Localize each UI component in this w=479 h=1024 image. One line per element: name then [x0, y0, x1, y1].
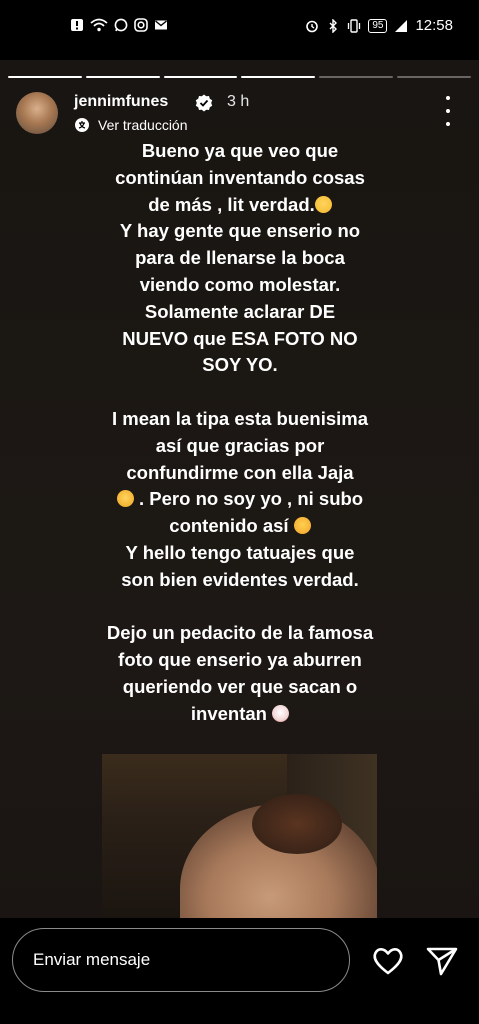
- like-heart-icon[interactable]: [370, 943, 406, 979]
- progress-segment: [241, 76, 316, 78]
- dot-icon: [446, 109, 450, 113]
- battery-level: 95: [368, 18, 388, 33]
- text-line-content: inventan: [190, 702, 267, 724]
- progress-segment: [319, 76, 394, 78]
- text-line: SOY YO.: [202, 354, 278, 376]
- text-line: de más , lit verdad.: [70, 192, 410, 219]
- progress-segment: [85, 76, 160, 78]
- dot-icon: [446, 122, 450, 126]
- text-line: continúan inventando cosas: [115, 166, 365, 188]
- text-line: I mean la tipa esta buenisima: [111, 407, 368, 429]
- blushing-emoji-icon: [293, 517, 311, 535]
- vibrate-icon: [348, 18, 361, 33]
- text-line: para de llenarse la boca: [135, 247, 345, 269]
- text-line: inventan: [70, 701, 410, 728]
- wifi-icon: [90, 18, 108, 32]
- text-line: Bueno ya que veo que: [141, 140, 339, 161]
- text-line: . Pero no soy yo , ni subo: [70, 486, 410, 513]
- text-line: viendo como molestar.: [139, 273, 341, 295]
- text-line-content: contenido así: [169, 515, 289, 537]
- more-options-button[interactable]: [438, 96, 458, 126]
- translate-icon: [75, 118, 89, 132]
- text-line-content: . Pero no soy yo , ni subo: [139, 488, 364, 510]
- text-line: confundirme con ella Jaja: [126, 461, 354, 483]
- photo-hair: [252, 794, 342, 854]
- eye-roll-emoji-icon: [314, 195, 332, 213]
- username[interactable]: jennimfunes: [74, 93, 168, 111]
- text-line: Y hello tengo tatuajes que: [125, 541, 355, 563]
- text-line: Dejo un pedacito de la famosa: [106, 622, 374, 644]
- message-placeholder: Enviar mensaje: [33, 950, 151, 969]
- text-line: NUEVO que ESA FOTO NO: [122, 327, 358, 349]
- whatsapp-icon: [114, 18, 128, 32]
- status-right-icons: 95 12:58: [305, 17, 453, 34]
- progress-segment: [8, 76, 82, 78]
- story-text: Bueno ya que veo que continúan inventand…: [70, 138, 410, 728]
- alarm-icon: [306, 20, 319, 32]
- mail-icon: [155, 20, 167, 30]
- translate-label: Ver traducción: [98, 117, 188, 133]
- verified-badge-icon: [195, 94, 213, 112]
- text-line: son bien evidentes verdad.: [121, 568, 359, 590]
- translate-button[interactable]: Ver traducción: [74, 117, 188, 133]
- text-line: foto que enserio ya aburren: [118, 649, 362, 671]
- laughing-emoji-icon: [116, 490, 134, 508]
- story-progress: [8, 76, 471, 78]
- text-line: contenido así: [70, 513, 410, 540]
- story-time: 3 h: [227, 93, 250, 110]
- text-line: así que gracias por: [155, 434, 325, 456]
- story-photo: [102, 754, 377, 918]
- instagram-icon: [134, 18, 148, 32]
- status-bar: 95 12:58: [0, 0, 479, 58]
- status-left-icons: [70, 18, 168, 32]
- alert-icon: [71, 19, 83, 31]
- text-line: Solamente aclarar DE: [144, 300, 336, 322]
- text-line: queriendo ver que sacan o: [122, 675, 358, 697]
- progress-segment: [163, 76, 238, 78]
- signal-icon: [395, 19, 408, 32]
- text-line-content: de más , lit verdad.: [148, 193, 315, 215]
- message-input[interactable]: Enviar mensaje: [12, 928, 350, 992]
- clock: 12:58: [415, 17, 453, 34]
- bluetooth-icon: [329, 18, 338, 33]
- progress-segment: [397, 76, 471, 78]
- avatar[interactable]: [16, 92, 58, 134]
- text-line: Y hay gente que enserio no: [119, 220, 361, 242]
- send-icon[interactable]: [424, 943, 460, 979]
- clown-emoji-icon: [272, 704, 290, 722]
- dot-icon: [446, 96, 450, 100]
